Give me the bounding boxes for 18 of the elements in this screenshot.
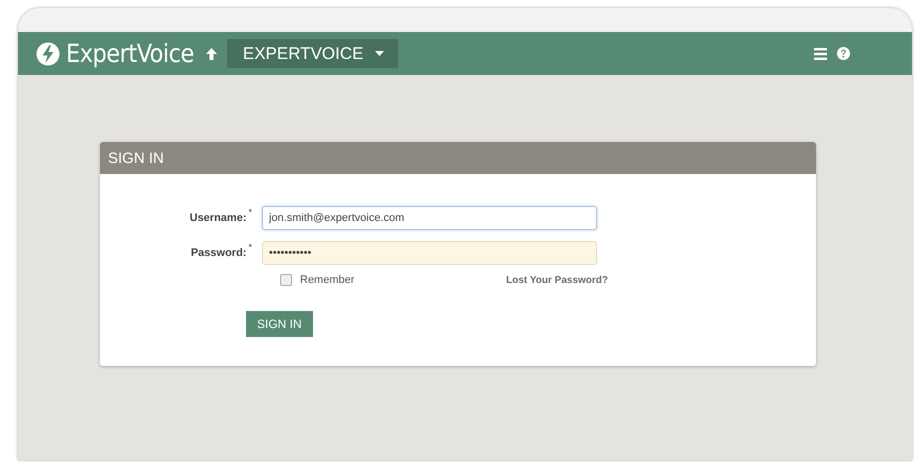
up-arrow-icon[interactable] (206, 48, 217, 60)
organization-dropdown[interactable]: EXPERTVOICE (226, 39, 398, 68)
bolt-logo-icon (36, 42, 60, 66)
required-mark: * (248, 207, 252, 217)
brand-name: ExpertVoice (66, 39, 194, 68)
remember-label[interactable]: Remember (300, 274, 354, 286)
field-label: Username: (190, 212, 246, 224)
help-icon[interactable] (837, 47, 850, 60)
input-field[interactable]: ••••••••••• (262, 241, 597, 265)
remember-checkbox[interactable] (280, 274, 292, 286)
menu-icon[interactable] (814, 48, 827, 60)
lost-password-link[interactable]: Lost Your Password? (506, 274, 608, 286)
required-mark: * (248, 242, 252, 252)
sign-in-button[interactable]: SIGN IN (246, 311, 313, 337)
caret-icon (375, 51, 384, 56)
field-label: Password: (190, 247, 246, 259)
input-field[interactable]: jon.smith@expertvoice.com (262, 206, 597, 230)
panel-title: SIGN IN (108, 150, 164, 166)
